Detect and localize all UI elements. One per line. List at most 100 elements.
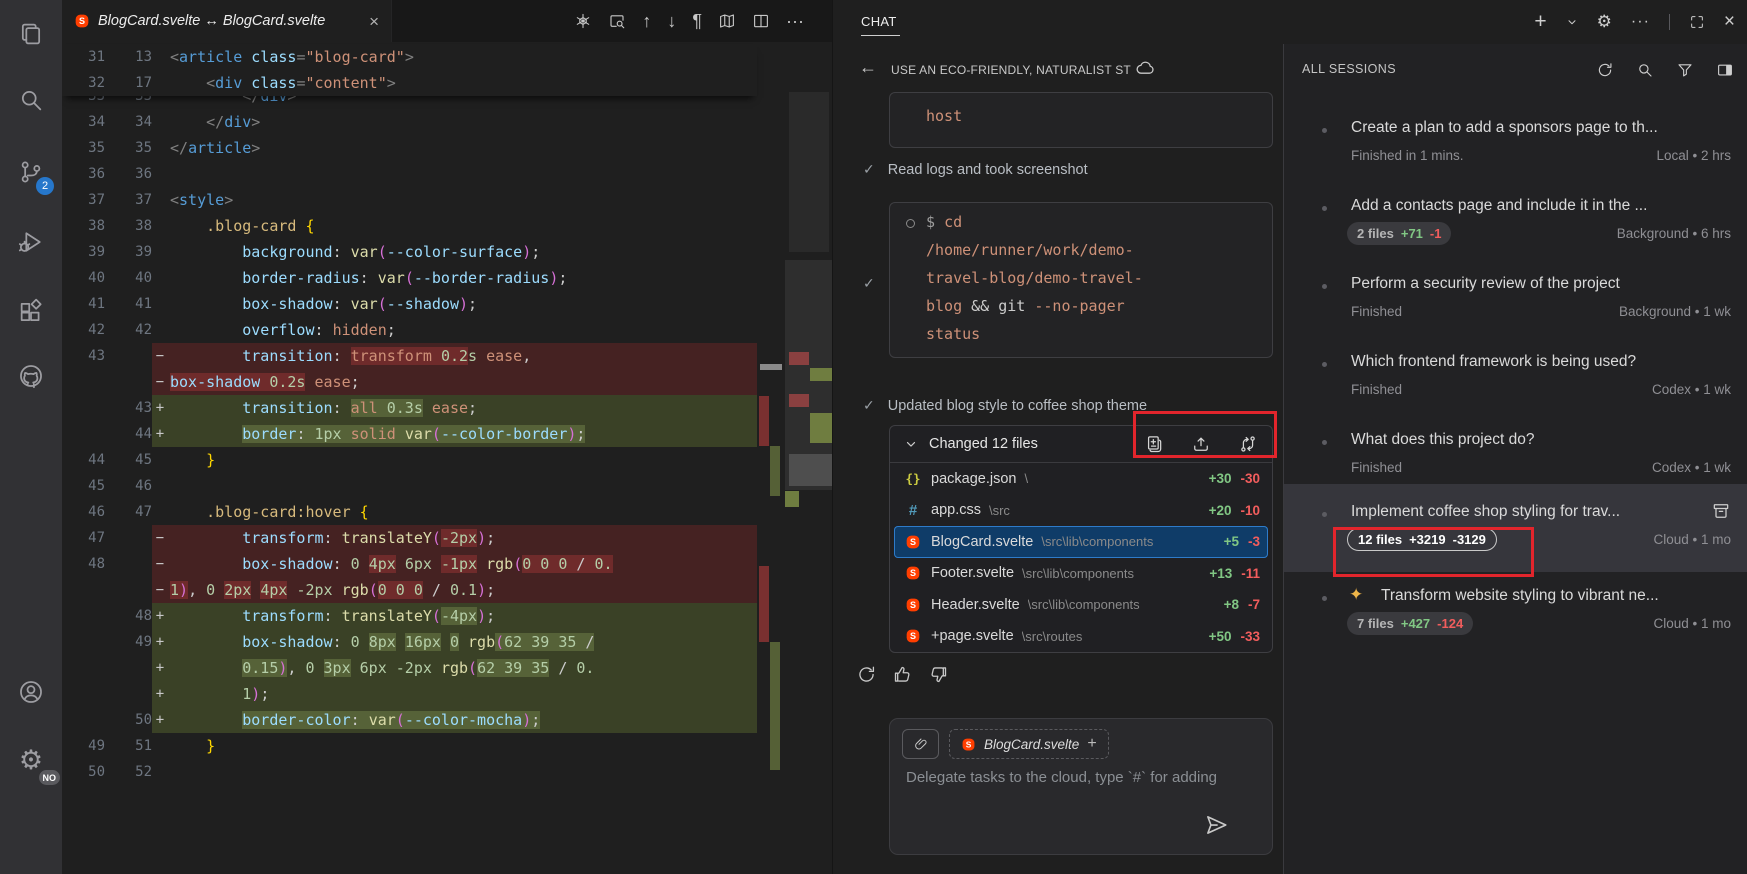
send-icon[interactable] — [1203, 812, 1229, 838]
file-row-package-json[interactable]: {}package.json\+30-30 — [894, 463, 1268, 495]
session-meta: Background • 1 wk — [1619, 304, 1731, 319]
svelte-icon: S — [905, 597, 921, 613]
code-area[interactable]: 3333 </div>3434 </div>3535</article>3636… — [62, 42, 832, 874]
code-row: 4951 } — [62, 733, 832, 759]
chat-window-actions: + ⚙ ··· × — [1534, 0, 1735, 44]
minimap-scrollbar[interactable] — [757, 84, 832, 874]
open-preview-icon[interactable] — [608, 12, 626, 30]
session-item[interactable]: Add a contacts page and include it in th… — [1284, 178, 1747, 256]
tab-chat[interactable]: CHAT — [861, 14, 897, 29]
changed-files-header[interactable]: Changed 12 files — [890, 426, 1272, 463]
check-icon: ✓ — [863, 276, 875, 292]
settings-badge: NO — [39, 770, 61, 785]
activity-item-search[interactable] — [0, 74, 62, 126]
thumbs-up-icon[interactable] — [892, 664, 913, 685]
activity-item-github[interactable] — [0, 350, 62, 402]
back-icon[interactable]: ← — [859, 57, 877, 78]
context-chip-blogcard[interactable]: S BlogCard.svelte + — [949, 729, 1109, 759]
session-item[interactable]: Create a plan to add a sponsors page to … — [1284, 100, 1747, 178]
code-row: 49+ box-shadow: 0 8px 16px 0 rgb(62 39 3… — [62, 629, 832, 655]
chat-input-placeholder[interactable]: Delegate tasks to the cloud, type `#` fo… — [906, 769, 1270, 786]
scm-badge: 2 — [36, 177, 54, 195]
session-item[interactable]: What does this project do?FinishedCodex … — [1284, 412, 1747, 490]
svelte-icon: S — [74, 13, 90, 29]
code-row: 3737<style> — [62, 187, 832, 213]
task-title[interactable]: USE AN ECO-FRIENDLY, NATURALIST STYLING … — [891, 63, 1131, 77]
map-icon[interactable] — [718, 12, 736, 30]
additions: +5 — [1224, 534, 1239, 549]
split-editor-icon[interactable] — [752, 12, 770, 30]
session-dot-icon — [1322, 440, 1327, 445]
refresh-icon[interactable] — [1596, 61, 1614, 79]
svg-text:S: S — [910, 600, 916, 610]
openai-icon[interactable] — [574, 12, 592, 30]
close-icon[interactable]: × — [369, 13, 379, 30]
svg-text:S: S — [910, 537, 916, 547]
session-item[interactable]: Which frontend framework is being used?F… — [1284, 334, 1747, 412]
code-block-card: host — [889, 92, 1273, 148]
activity-item-account[interactable] — [0, 666, 62, 718]
compare-changes-icon[interactable] — [1238, 434, 1258, 454]
tab-blogcard-diff[interactable]: S BlogCard.svelte ↔ BlogCard.svelte × — [62, 0, 392, 42]
plus-icon[interactable]: + — [1534, 10, 1546, 34]
arrow-down-icon[interactable]: ↓ — [667, 11, 676, 32]
chip-add-button[interactable]: + — [1087, 735, 1096, 753]
json-icon: {} — [905, 471, 920, 486]
deletions: -30 — [1240, 471, 1260, 486]
session-title: Create a plan to add a sponsors page to … — [1351, 119, 1703, 137]
maximize-icon[interactable] — [1689, 14, 1705, 30]
more-ellipsis-icon[interactable]: ··· — [1631, 13, 1650, 31]
account-icon — [17, 678, 45, 706]
code-row: 43+ transition: all 0.3s ease; — [62, 395, 832, 421]
session-item[interactable]: Perform a security review of the project… — [1284, 256, 1747, 334]
deletions: -3 — [1248, 534, 1260, 549]
file-row--page-svelte[interactable]: S+page.svelte\src\routes+50-33 — [894, 621, 1268, 653]
code-row: 5052 — [62, 759, 832, 785]
session-title: Add a contacts page and include it in th… — [1351, 197, 1703, 215]
activity-item-extensions[interactable] — [0, 286, 62, 338]
session-item[interactable]: ✦Transform website styling to vibrant ne… — [1284, 568, 1747, 646]
refresh-icon[interactable] — [856, 664, 877, 685]
thumbs-down-icon[interactable] — [928, 664, 949, 685]
additions: +30 — [1209, 471, 1232, 486]
feedback-toolbar — [856, 664, 949, 685]
session-dot-icon — [1322, 206, 1327, 211]
panel-layout-icon[interactable] — [1716, 61, 1734, 79]
arrow-up-icon[interactable]: ↑ — [642, 11, 651, 32]
deletions: -33 — [1240, 629, 1260, 644]
code-row: 3636 — [62, 161, 832, 187]
terminal-card: $ cd/home/runner/work/demo-travel-blog/d… — [889, 202, 1273, 358]
archive-icon[interactable] — [1711, 501, 1731, 521]
file-row-blogcard-svelte[interactable]: SBlogCard.svelte\src\lib\components+5-3 — [894, 526, 1268, 558]
chevron-down-icon[interactable] — [904, 437, 918, 451]
attach-button[interactable] — [902, 729, 939, 759]
chevron-down-icon[interactable] — [1566, 16, 1578, 28]
activity-item-source-control[interactable]: 2 — [0, 146, 62, 198]
search-icon — [17, 86, 45, 114]
svelte-icon: S — [905, 628, 921, 644]
file-row-header-svelte[interactable]: SHeader.svelte\src\lib\components+8-7 — [894, 589, 1268, 621]
search-icon[interactable] — [1636, 61, 1654, 79]
file-row-footer-svelte[interactable]: SFooter.svelte\src\lib\components+13-11 — [894, 558, 1268, 590]
filter-icon[interactable] — [1676, 61, 1694, 79]
session-item[interactable]: Implement coffee shop styling for trav..… — [1284, 484, 1747, 572]
diff-files-icon[interactable] — [1144, 434, 1164, 454]
code-row: 3939 background: var(--color-surface); — [62, 239, 832, 265]
session-meta: Cloud • 1 mo — [1653, 616, 1731, 631]
file-row-app-css[interactable]: #app.css\src+20-10 — [894, 495, 1268, 527]
chat-input-box[interactable]: S BlogCard.svelte + Delegate tasks to th… — [889, 718, 1273, 855]
apply-changes-icon[interactable] — [1191, 434, 1211, 454]
activity-item-files[interactable] — [0, 8, 62, 60]
diff-editor: S BlogCard.svelte ↔ BlogCard.svelte × ↑ ↓… — [62, 0, 832, 874]
run-debug-icon — [17, 228, 45, 256]
session-title: Implement coffee shop styling for trav..… — [1351, 503, 1703, 521]
ellipsis-icon[interactable]: ··· — [786, 11, 804, 32]
close-icon[interactable]: × — [1724, 11, 1735, 33]
activity-item-run-debug[interactable] — [0, 216, 62, 268]
changed-files-actions — [1144, 434, 1258, 454]
gear-icon: ⚙ — [19, 745, 43, 776]
session-status: Finished — [1351, 460, 1402, 475]
pilcrow-icon[interactable]: ¶ — [692, 11, 702, 32]
activity-item-settings-gear[interactable]: ⚙NO — [0, 734, 62, 786]
gear-icon[interactable]: ⚙ — [1597, 12, 1612, 32]
